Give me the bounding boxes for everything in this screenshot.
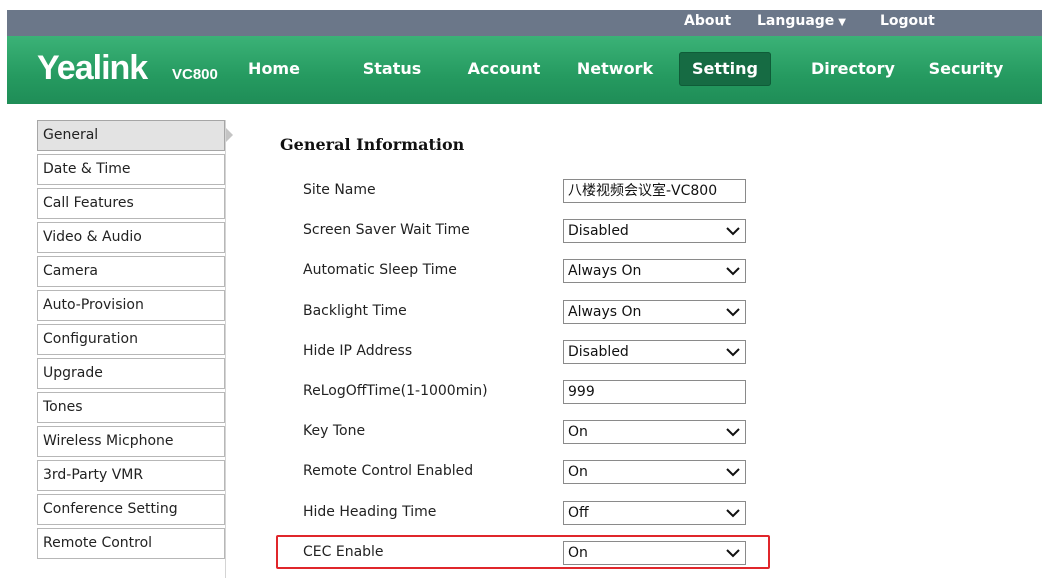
chevron-down-icon: [725, 223, 741, 239]
chevron-down-icon: [725, 464, 741, 480]
language-menu[interactable]: Language ▼: [757, 11, 846, 33]
field-value: Off: [568, 505, 589, 521]
cec-enable-highlight: [276, 535, 770, 569]
select-key-tone[interactable]: On: [563, 420, 746, 444]
field-value: Always On: [568, 263, 642, 279]
chevron-down-icon: [725, 304, 741, 320]
label-automatic-sleep-time: Automatic Sleep Time: [303, 262, 457, 278]
field-value: 999: [568, 384, 595, 400]
brand-model: VC800: [172, 66, 218, 83]
about-link[interactable]: About: [684, 11, 731, 31]
sidebar-item-video-audio[interactable]: Video & Audio: [37, 222, 225, 253]
label-screen-saver-wait-time: Screen Saver Wait Time: [303, 222, 470, 238]
select-hide-ip-address[interactable]: Disabled: [563, 340, 746, 364]
label-backlight-time: Backlight Time: [303, 303, 407, 319]
sidebar-divider: [225, 120, 226, 578]
select-backlight-time[interactable]: Always On: [563, 300, 746, 324]
sidebar-item-general[interactable]: General: [37, 120, 233, 151]
input-relogofftime-1-1000min[interactable]: 999: [563, 380, 746, 404]
field-value: Always On: [568, 304, 642, 320]
field-value: On: [568, 464, 588, 480]
select-remote-control-enabled[interactable]: On: [563, 460, 746, 484]
chevron-down-icon: [725, 263, 741, 279]
field-value: 八楼视频会议室-VC800: [568, 183, 718, 199]
select-screen-saver-wait-time[interactable]: Disabled: [563, 219, 746, 243]
caret-down-icon: ▼: [838, 17, 846, 28]
sidebar-item-upgrade[interactable]: Upgrade: [37, 358, 225, 389]
language-label: Language: [757, 13, 835, 29]
sidebar-item-configuration[interactable]: Configuration: [37, 324, 225, 355]
select-hide-heading-time[interactable]: Off: [563, 501, 746, 525]
settings-sidebar: General Date & Time Call Features Video & A…: [37, 120, 233, 562]
chevron-down-icon: [725, 424, 741, 440]
logout-link[interactable]: Logout: [880, 11, 935, 31]
chevron-down-icon: [725, 344, 741, 360]
sidebar-item-conference-setting[interactable]: Conference Setting: [37, 494, 225, 525]
label-relogofftime-1-1000min: ReLogOffTime(1-1000min): [303, 383, 488, 399]
sidebar-item-call-features[interactable]: Call Features: [37, 188, 225, 219]
sidebar-item-remote-control[interactable]: Remote Control: [37, 528, 225, 559]
sidebar-item-tones[interactable]: Tones: [37, 392, 225, 423]
sidebar-item-date-time[interactable]: Date & Time: [37, 154, 225, 185]
field-value: On: [568, 424, 588, 440]
sidebar-item-auto-provision[interactable]: Auto-Provision: [37, 290, 225, 321]
input-site-name[interactable]: 八楼视频会议室-VC800: [563, 179, 746, 203]
nav-tab-network[interactable]: Network: [563, 52, 667, 86]
label-remote-control-enabled: Remote Control Enabled: [303, 463, 474, 479]
brand-logo: Yealink: [37, 49, 148, 87]
nav-tab-account[interactable]: Account: [454, 52, 554, 86]
label-key-tone: Key Tone: [303, 423, 366, 439]
sidebar-item-camera[interactable]: Camera: [37, 256, 225, 287]
chevron-down-icon: [725, 505, 741, 521]
nav-tab-security[interactable]: Security: [914, 52, 1018, 86]
main-nav-bar: Yealink VC800 Home Status Account Network Se…: [7, 36, 1042, 104]
nav-tab-directory[interactable]: Directory: [797, 52, 909, 86]
select-automatic-sleep-time[interactable]: Always On: [563, 259, 746, 283]
sidebar-item-3rd-party-vmr[interactable]: 3rd-Party VMR: [37, 460, 225, 491]
nav-tab-home[interactable]: Home: [234, 52, 314, 86]
label-site-name: Site Name: [303, 182, 376, 198]
label-hide-ip-address: Hide IP Address: [303, 343, 413, 359]
section-title: General Information: [280, 135, 465, 154]
field-value: Disabled: [568, 223, 629, 239]
sidebar-item-wireless-micphone[interactable]: Wireless Micphone: [37, 426, 225, 457]
nav-tab-setting[interactable]: Setting: [679, 52, 771, 86]
nav-tab-status[interactable]: Status: [348, 52, 436, 86]
field-value: Disabled: [568, 344, 629, 360]
label-hide-heading-time: Hide Heading Time: [303, 504, 437, 520]
